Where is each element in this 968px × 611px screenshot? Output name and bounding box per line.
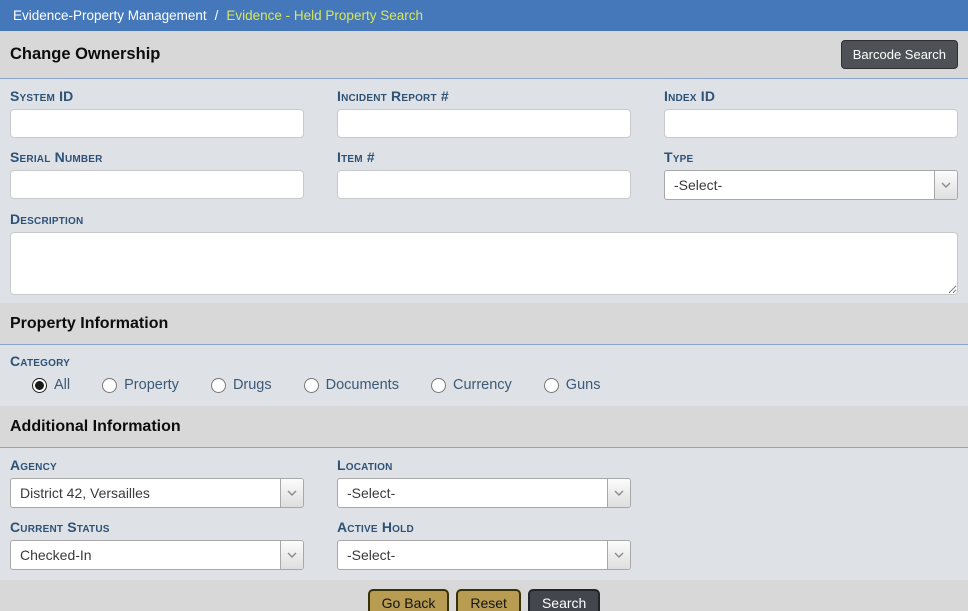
category-radio-group: All Property Drugs Documents Currency Guns — [32, 377, 958, 393]
category-radio-label: All — [54, 377, 70, 393]
page-header: Change Ownership Barcode Search — [0, 31, 968, 79]
current-status-label: Current Status — [10, 519, 304, 535]
incident-report-input[interactable] — [337, 109, 631, 138]
category-radio-label: Drugs — [233, 377, 272, 393]
property-information-title: Property Information — [10, 315, 168, 333]
type-select-value: -Select- — [665, 177, 934, 193]
chevron-down-icon — [934, 171, 957, 199]
category-radio-label: Documents — [326, 377, 399, 393]
location-select-value: -Select- — [338, 485, 607, 501]
current-status-select-value: Checked-In — [11, 547, 280, 563]
agency-field-group: Agency District 42, Versailles — [10, 457, 304, 508]
category-radio-input[interactable] — [32, 378, 47, 393]
breadcrumb-parent-link[interactable]: Evidence-Property Management — [13, 8, 207, 23]
chevron-down-icon — [280, 541, 303, 569]
serial-number-label: Serial Number — [10, 149, 304, 165]
category-radio-label: Property — [124, 377, 179, 393]
description-field-group: Description — [10, 211, 958, 295]
property-information-panel: Category All Property Drugs Documents Curren… — [0, 345, 968, 406]
incident-report-label: Incident Report # — [337, 88, 631, 104]
current-status-select[interactable]: Checked-In — [10, 540, 304, 570]
item-number-field-group: Item # — [337, 149, 631, 200]
property-information-header: Property Information — [0, 303, 968, 345]
location-label: Location — [337, 457, 631, 473]
location-select[interactable]: -Select- — [337, 478, 631, 508]
search-form-panel: System ID Incident Report # Index ID Ser… — [0, 79, 968, 303]
chevron-down-icon — [280, 479, 303, 507]
type-label: Type — [664, 149, 958, 165]
breadcrumb: Evidence-Property Management / Evidence … — [0, 0, 968, 31]
breadcrumb-separator: / — [215, 8, 219, 23]
agency-select-value: District 42, Versailles — [11, 485, 280, 501]
location-field-group: Location -Select- — [337, 457, 631, 508]
active-hold-select-value: -Select- — [338, 547, 607, 563]
additional-information-title: Additional Information — [10, 418, 181, 436]
category-radio-option[interactable]: Guns — [544, 377, 601, 393]
reset-button[interactable]: Reset — [456, 589, 521, 611]
go-back-button[interactable]: Go Back — [368, 589, 450, 611]
agency-label: Agency — [10, 457, 304, 473]
category-radio-input[interactable] — [211, 378, 226, 393]
serial-number-field-group: Serial Number — [10, 149, 304, 200]
category-radio-label: Guns — [566, 377, 601, 393]
item-number-input[interactable] — [337, 170, 631, 199]
description-label: Description — [10, 211, 958, 227]
breadcrumb-current-link[interactable]: Evidence - Held Property Search — [226, 8, 423, 23]
category-radio-option[interactable]: Currency — [431, 377, 512, 393]
footer-actions: Go Back Reset Search — [0, 580, 968, 611]
category-radio-option[interactable]: All — [32, 377, 70, 393]
system-id-input[interactable] — [10, 109, 304, 138]
search-button[interactable]: Search — [528, 589, 600, 611]
category-label: Category — [10, 353, 958, 369]
category-radio-input[interactable] — [431, 378, 446, 393]
index-id-label: Index ID — [664, 88, 958, 104]
system-id-field-group: System ID — [10, 88, 304, 138]
category-radio-input[interactable] — [544, 378, 559, 393]
additional-information-header: Additional Information — [0, 406, 968, 448]
category-radio-option[interactable]: Property — [102, 377, 179, 393]
agency-select[interactable]: District 42, Versailles — [10, 478, 304, 508]
additional-information-panel: Agency District 42, Versailles Location … — [0, 448, 968, 580]
chevron-down-icon — [607, 541, 630, 569]
category-radio-option[interactable]: Drugs — [211, 377, 272, 393]
description-textarea[interactable] — [10, 232, 958, 295]
system-id-label: System ID — [10, 88, 304, 104]
item-number-label: Item # — [337, 149, 631, 165]
barcode-search-button[interactable]: Barcode Search — [841, 40, 958, 69]
chevron-down-icon — [607, 479, 630, 507]
serial-number-input[interactable] — [10, 170, 304, 199]
type-field-group: Type -Select- — [664, 149, 958, 200]
active-hold-select[interactable]: -Select- — [337, 540, 631, 570]
category-radio-label: Currency — [453, 377, 512, 393]
category-radio-option[interactable]: Documents — [304, 377, 399, 393]
category-radio-input[interactable] — [102, 378, 117, 393]
current-status-field-group: Current Status Checked-In — [10, 519, 304, 570]
active-hold-label: Active Hold — [337, 519, 631, 535]
page-title: Change Ownership — [10, 45, 160, 64]
incident-report-field-group: Incident Report # — [337, 88, 631, 138]
index-id-field-group: Index ID — [664, 88, 958, 138]
active-hold-field-group: Active Hold -Select- — [337, 519, 631, 570]
index-id-input[interactable] — [664, 109, 958, 138]
type-select[interactable]: -Select- — [664, 170, 958, 200]
category-radio-input[interactable] — [304, 378, 319, 393]
